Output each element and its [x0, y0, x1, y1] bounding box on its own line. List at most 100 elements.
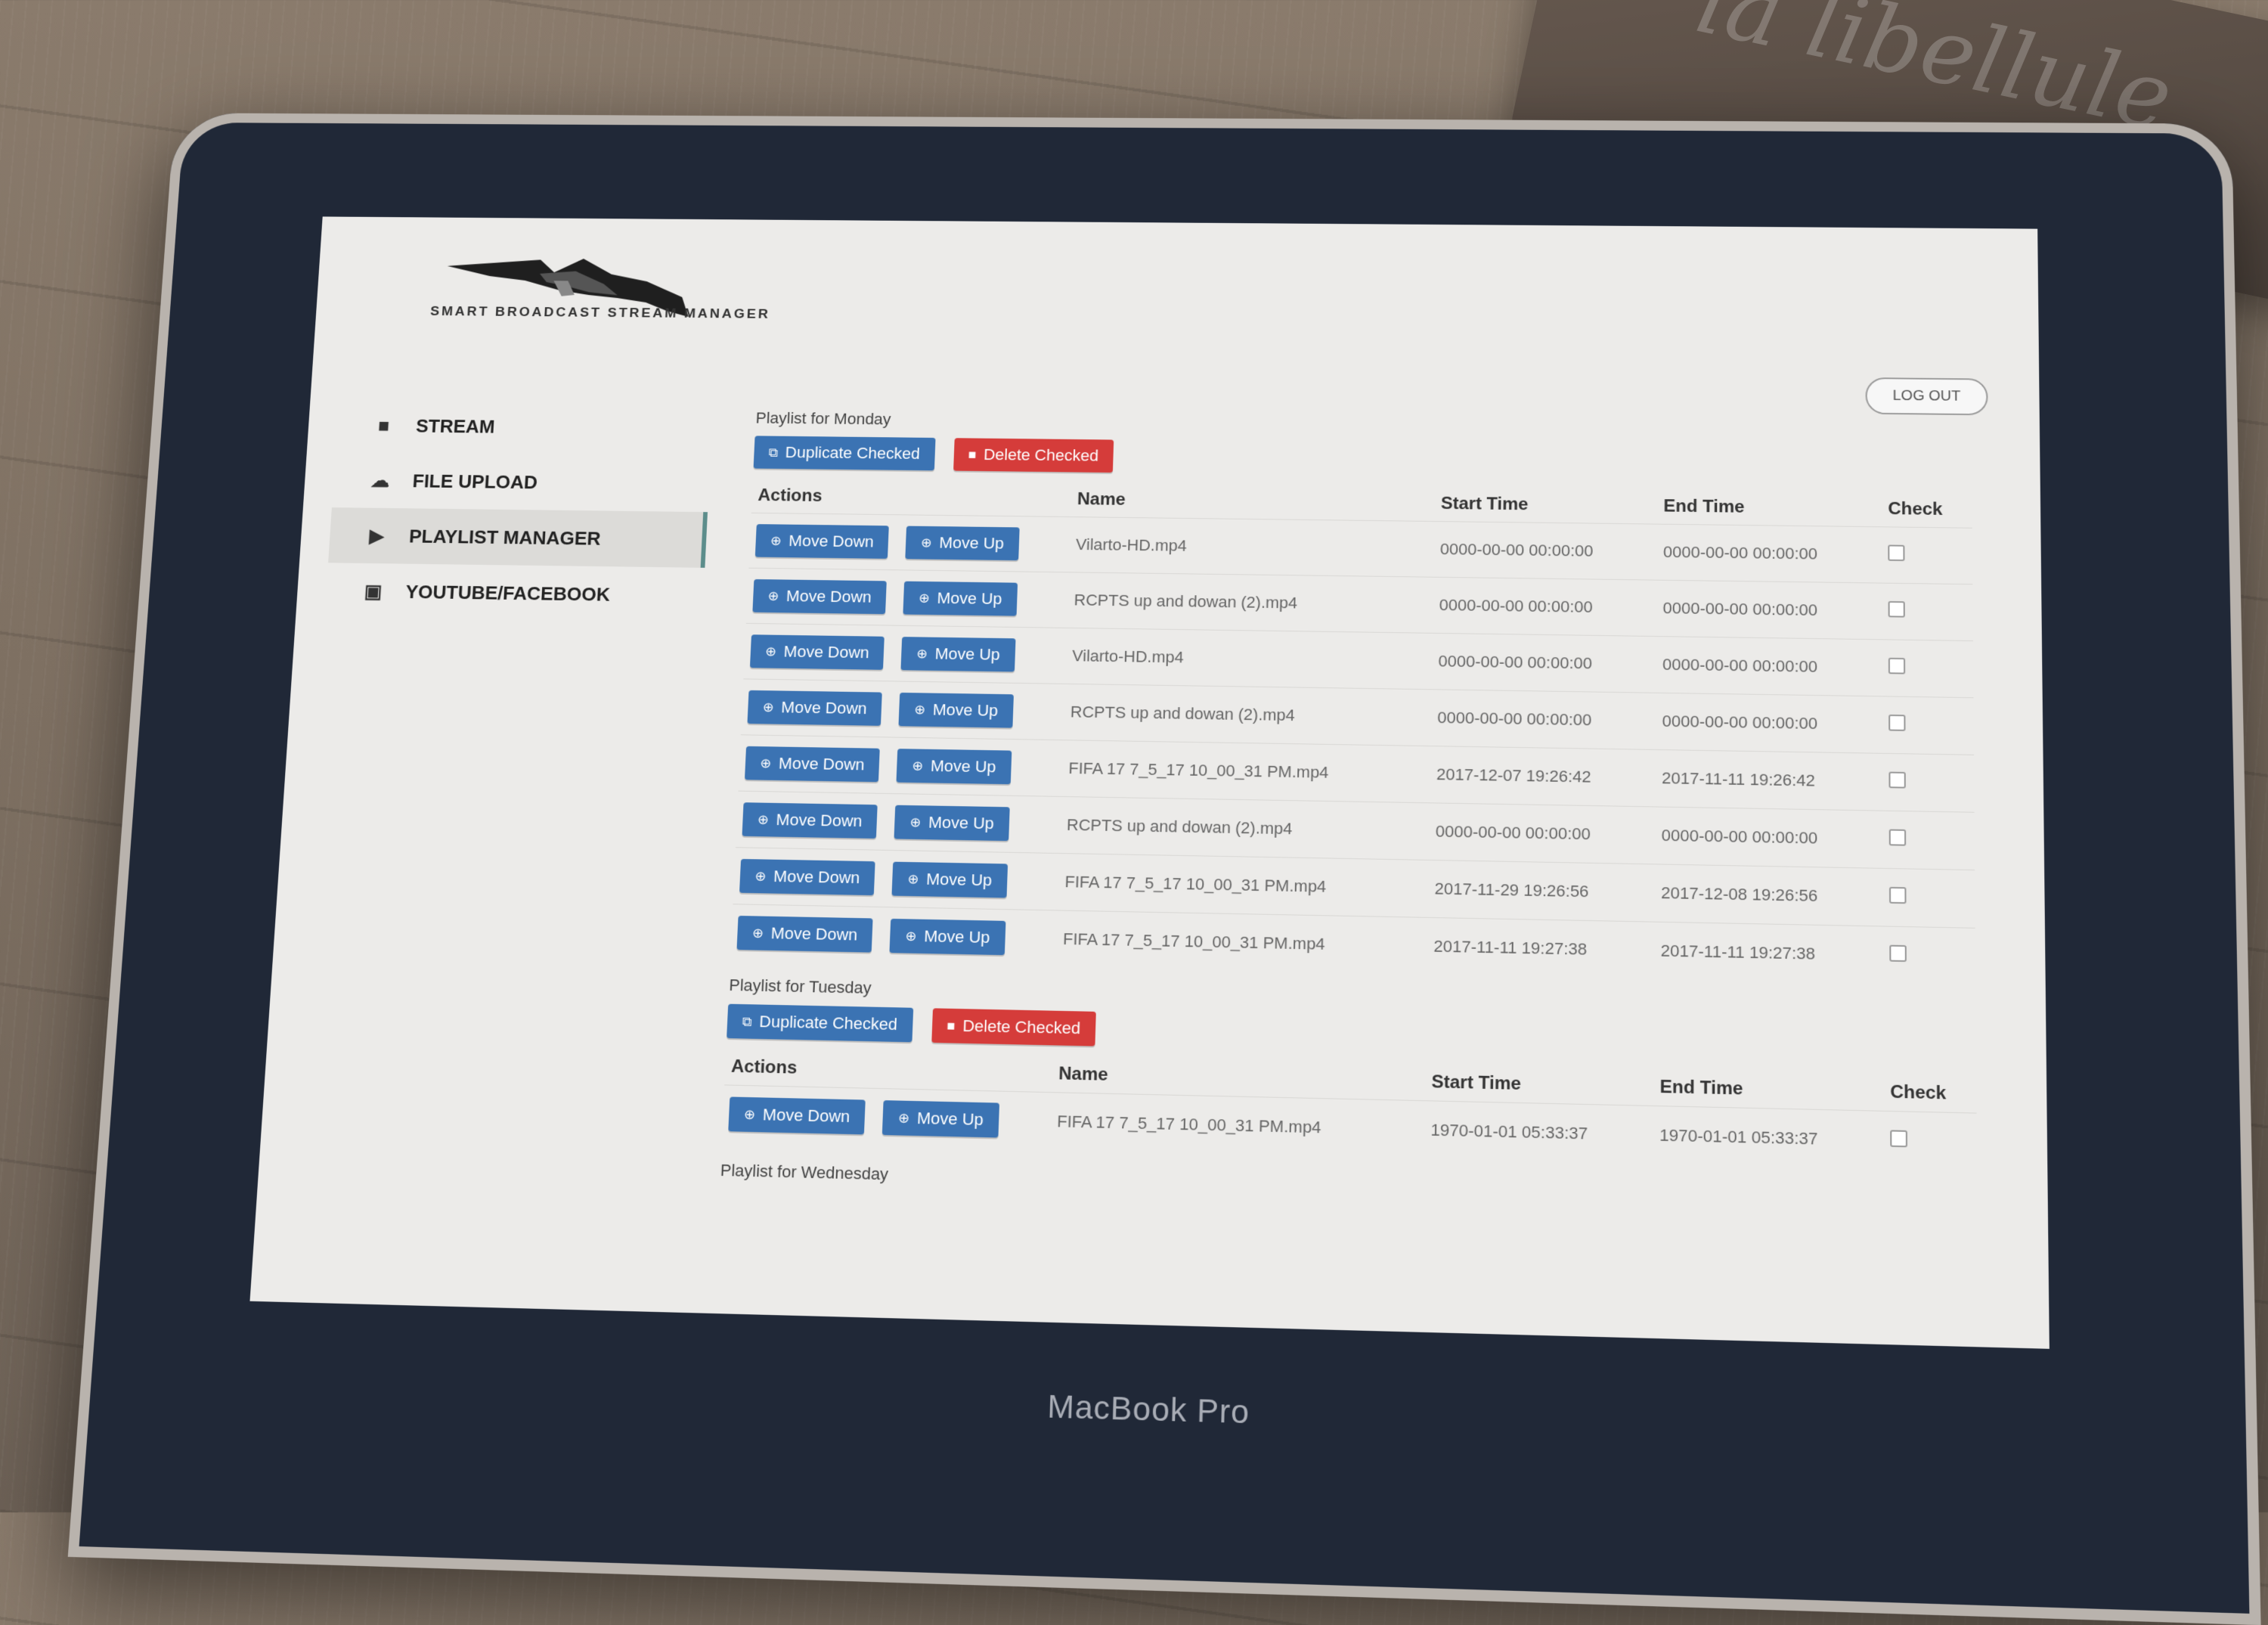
arrow-up-circle-icon: ⊕	[909, 814, 922, 830]
row-check	[1883, 868, 1975, 928]
column-header-check: Check	[1882, 492, 1972, 528]
sidebar-item-youtube-facebook[interactable]: ▣ YOUTUBE/FACEBOOK	[324, 563, 705, 624]
start-time: 2017-12-07 19:26:42	[1430, 746, 1656, 807]
button-label: Move Up	[926, 870, 993, 890]
sidebar-item-playlist-manager[interactable]: ▶ PLAYLIST MANAGER	[328, 507, 708, 568]
button-label: Move Down	[785, 587, 872, 606]
file-name: FIFA 17 7_5_17 10_00_31 PM.mp4	[1058, 854, 1429, 918]
sidebar-item-stream[interactable]: ■ STREAM	[336, 398, 713, 457]
move-down-button[interactable]: ⊕ Move Down	[750, 634, 885, 670]
button-label: Move Down	[773, 867, 860, 888]
move-up-button[interactable]: ⊕ Move Up	[882, 1100, 999, 1137]
row-checkbox[interactable]	[1889, 830, 1906, 846]
button-label: Move Down	[783, 642, 869, 662]
end-time: 2017-11-11 19:27:38	[1654, 922, 1883, 984]
sidebar-item-file-upload[interactable]: ☁ FILE UPLOAD	[332, 452, 711, 512]
move-down-button[interactable]: ⊕ Move Down	[736, 916, 872, 953]
main-content: Playlist for Monday ⧉ Duplicate Checked …	[720, 395, 2025, 1221]
arrow-down-circle-icon: ⊕	[754, 868, 767, 884]
move-down-button[interactable]: ⊕ Move Down	[742, 802, 877, 839]
row-check	[1882, 583, 1973, 640]
end-time: 1970-01-01 05:33:37	[1653, 1106, 1885, 1170]
move-up-button[interactable]: ⊕ Move Up	[894, 805, 1009, 841]
eagle-logo-icon	[429, 252, 706, 345]
arrow-down-circle-icon: ⊕	[765, 643, 777, 659]
move-up-button[interactable]: ⊕ Move Up	[897, 749, 1012, 784]
move-up-button[interactable]: ⊕ Move Up	[890, 919, 1005, 955]
sidebar: ■ STREAM ☁ FILE UPLOAD ▶ PLAYLIST MANAGE…	[324, 398, 713, 624]
row-check	[1883, 811, 1975, 870]
column-header-end-time: End Time	[1657, 489, 1882, 527]
row-checkbox[interactable]	[1889, 772, 1906, 789]
arrow-down-circle-icon: ⊕	[767, 588, 779, 603]
file-name: RCPTS up and dowan (2).mp4	[1067, 572, 1434, 634]
row-checkbox[interactable]	[1888, 544, 1904, 561]
row-checkbox[interactable]	[1889, 945, 1907, 962]
duplicate-checked-button[interactable]: ⧉ Duplicate Checked	[727, 1004, 913, 1043]
button-label: Move Up	[916, 1109, 984, 1130]
row-checkbox[interactable]	[1888, 601, 1905, 618]
playlist-toolbar: ⧉ Duplicate Checked ■ Delete Checked	[754, 436, 2018, 482]
row-check	[1884, 1111, 1977, 1172]
row-check	[1882, 696, 1974, 755]
row-check	[1883, 926, 1975, 986]
arrow-down-circle-icon: ⊕	[762, 699, 774, 715]
file-name: Vilarto-HD.mp4	[1065, 628, 1433, 689]
playlist-title: Playlist for Monday	[755, 409, 2017, 441]
row-checkbox[interactable]	[1888, 715, 1905, 731]
row-actions: ⊕ Move Down ⊕ Move Up	[733, 848, 1059, 910]
button-label: Move Up	[928, 813, 995, 833]
end-time: 0000-00-00 00:00:00	[1656, 693, 1882, 753]
duplicate-checked-button[interactable]: ⧉ Duplicate Checked	[754, 436, 936, 470]
move-up-button[interactable]: ⊕ Move Up	[903, 581, 1018, 616]
start-time: 0000-00-00 00:00:00	[1429, 803, 1656, 864]
move-up-button[interactable]: ⊕ Move Up	[899, 693, 1014, 728]
start-time: 0000-00-00 00:00:00	[1431, 690, 1656, 750]
end-time: 2017-12-08 19:26:56	[1655, 864, 1883, 926]
move-down-button[interactable]: ⊕ Move Down	[752, 579, 887, 614]
move-up-button[interactable]: ⊕ Move Up	[892, 862, 1008, 898]
start-time: 0000-00-00 00:00:00	[1433, 521, 1657, 580]
column-header-name: Name	[1070, 482, 1435, 522]
button-label: Move Up	[930, 757, 996, 777]
button-label: Move Up	[932, 700, 998, 720]
cloud-upload-icon: ☁	[361, 470, 398, 492]
button-label: Move Up	[924, 927, 990, 947]
button-label: Move Down	[789, 532, 874, 551]
row-actions: ⊕ Move Down ⊕ Move Up	[746, 568, 1069, 628]
sidebar-item-label: FILE UPLOAD	[412, 470, 538, 493]
row-checkbox[interactable]	[1890, 1130, 1907, 1147]
delete-checked-button[interactable]: ■ Delete Checked	[931, 1008, 1096, 1046]
video-camera-icon: ■	[365, 414, 402, 436]
move-up-button[interactable]: ⊕ Move Up	[906, 526, 1020, 561]
row-checkbox[interactable]	[1889, 887, 1907, 904]
file-name: RCPTS up and dowan (2).mp4	[1064, 684, 1432, 746]
column-header-check: Check	[1884, 1074, 1977, 1113]
move-down-button[interactable]: ⊕ Move Down	[745, 746, 880, 782]
arrow-up-circle-icon: ⊕	[921, 535, 932, 550]
button-label: Move Down	[770, 924, 857, 945]
button-label: Delete Checked	[984, 445, 1099, 465]
column-header-start-time: Start Time	[1425, 1064, 1654, 1106]
move-up-button[interactable]: ⊕ Move Up	[901, 637, 1015, 671]
arrow-up-circle-icon: ⊕	[914, 702, 926, 717]
move-down-button[interactable]: ⊕ Move Down	[755, 524, 889, 559]
copy-icon: ⧉	[768, 445, 778, 460]
start-time: 1970-01-01 05:33:37	[1424, 1101, 1654, 1164]
column-header-start-time: Start Time	[1435, 486, 1658, 524]
column-header-end-time: End Time	[1653, 1069, 1884, 1112]
start-time: 2017-11-29 19:26:56	[1428, 860, 1655, 922]
move-down-button[interactable]: ⊕ Move Down	[739, 859, 875, 895]
trash-icon: ■	[947, 1018, 956, 1034]
delete-checked-button[interactable]: ■ Delete Checked	[953, 438, 1114, 473]
row-actions: ⊕ Move Down ⊕ Move Up	[743, 623, 1067, 684]
start-time: 2017-11-11 19:27:38	[1427, 917, 1655, 979]
end-time: 0000-00-00 00:00:00	[1657, 524, 1882, 583]
row-checkbox[interactable]	[1888, 658, 1905, 674]
arrow-up-circle-icon: ⊕	[919, 591, 930, 606]
move-down-button[interactable]: ⊕ Move Down	[747, 690, 882, 726]
playlist-table-monday: Actions Name Start Time End Time Check ⊕…	[730, 479, 1975, 986]
move-down-button[interactable]: ⊕ Move Down	[728, 1096, 866, 1134]
row-check	[1882, 640, 1974, 698]
button-label: Delete Checked	[962, 1016, 1081, 1038]
